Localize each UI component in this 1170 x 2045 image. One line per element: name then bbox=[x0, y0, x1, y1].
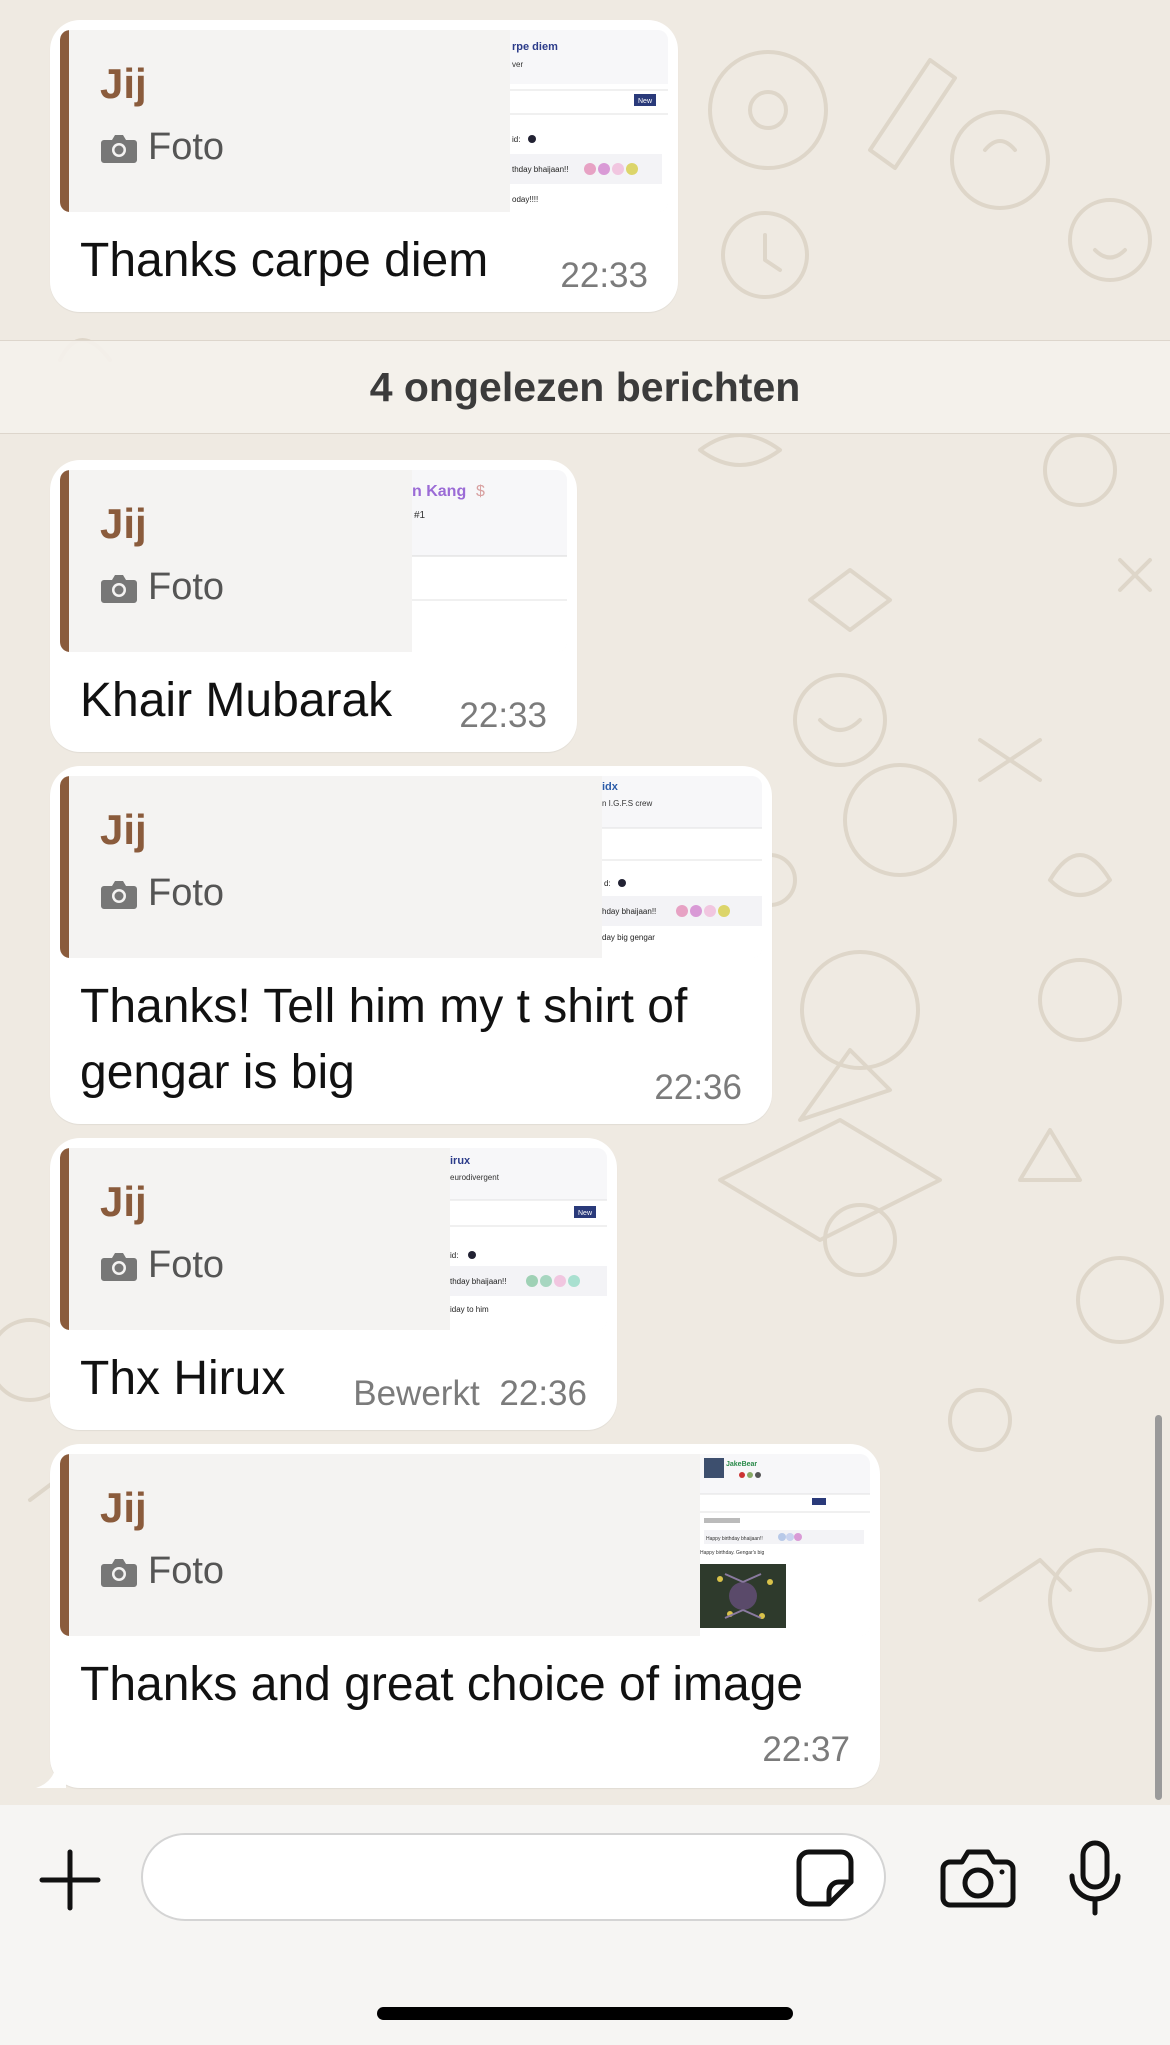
quote-type: Foto bbox=[100, 1244, 224, 1287]
quote-accent-bar bbox=[60, 1454, 69, 1636]
message-text: Thx Hirux bbox=[80, 1352, 286, 1405]
quote-type: Foto bbox=[100, 566, 224, 609]
message-time: 22:36 bbox=[654, 1068, 742, 1107]
quote-author: Jij bbox=[100, 806, 147, 853]
message-meta: 22:36 bbox=[654, 1068, 742, 1108]
thumb-line: thday bhaijaan!! bbox=[512, 165, 569, 174]
thumb-line: Happy birthday. Gengar's big bbox=[700, 1550, 764, 1556]
quote-accent-bar bbox=[60, 470, 69, 652]
message-meta: Bewerkt 22:36 bbox=[353, 1374, 587, 1414]
message-text: Thanks carpe diem bbox=[80, 234, 489, 287]
message-time: 22:37 bbox=[762, 1730, 850, 1769]
thumb-name: irux bbox=[450, 1155, 471, 1167]
thumb-line: hday bhaijaan!! bbox=[602, 907, 656, 916]
chat-area[interactable]: Jij Foto rpe diem ver New id: thday bhai… bbox=[0, 0, 1170, 1805]
quote-author: Jij bbox=[100, 1178, 147, 1225]
message-meta: 22:37 bbox=[762, 1730, 850, 1770]
quoted-reply[interactable]: Jij Foto irux eurodivergent New id: thda… bbox=[60, 1148, 607, 1330]
thumb-sub: eurodivergent bbox=[450, 1173, 500, 1182]
message-time: 22:33 bbox=[560, 256, 648, 295]
message-bubble[interactable]: Jij Foto rpe diem ver New id: thday bhai… bbox=[50, 20, 678, 312]
thumb-line: id: bbox=[512, 135, 520, 144]
quote-author: Jij bbox=[100, 500, 147, 547]
thumb-name: rpe diem bbox=[512, 41, 558, 53]
message-meta: 22:33 bbox=[560, 256, 648, 296]
plus-icon[interactable] bbox=[38, 1848, 102, 1912]
home-indicator[interactable] bbox=[377, 2007, 793, 2020]
quote-accent-bar bbox=[60, 30, 69, 212]
camera-icon bbox=[101, 880, 137, 909]
thumb-sub: ver bbox=[512, 60, 523, 69]
thumb-line: day big gengar bbox=[602, 933, 655, 942]
quote-author: Jij bbox=[100, 60, 147, 107]
bubble-tail bbox=[36, 1764, 66, 1788]
thumb-sub: n I.G.F.S crew bbox=[602, 799, 652, 808]
message-text: Khair Mubarak bbox=[80, 674, 393, 727]
camera-icon bbox=[101, 574, 137, 603]
quote-type-label: Foto bbox=[148, 1244, 225, 1286]
thumb-line: Happy birthday bhaijaan!! bbox=[706, 1536, 763, 1542]
message-text: Thanks! Tell him my t shirt of gengar is… bbox=[80, 980, 688, 1099]
quoted-reply[interactable]: Jij Foto rpe diem ver New id: thday bhai… bbox=[60, 30, 668, 212]
quoted-reply[interactable]: Jij Foto JakeBear Happy birthday bhaijaa… bbox=[60, 1454, 870, 1636]
quote-accent-bar bbox=[60, 1148, 69, 1330]
message-input[interactable] bbox=[141, 1833, 886, 1921]
message-bubble[interactable]: Jij Foto irux eurodivergent New id: thda… bbox=[50, 1138, 617, 1430]
microphone-icon[interactable] bbox=[1067, 1840, 1123, 1916]
quote-type-label: Foto bbox=[148, 566, 225, 608]
thumb-name: JakeBear bbox=[726, 1461, 757, 1468]
quote-type: Foto bbox=[100, 872, 224, 915]
quoted-reply[interactable]: Jij Foto idx n I.G.F.S crew d: hday bhai… bbox=[60, 776, 762, 958]
thumb-line: d: bbox=[604, 879, 611, 888]
quote-type: Foto bbox=[100, 1550, 224, 1593]
svg-text:$: $ bbox=[476, 483, 485, 500]
quote-thumbnail: n Kang $ #1 bbox=[412, 470, 567, 652]
camera-icon[interactable] bbox=[940, 1846, 1016, 1910]
quote-type-label: Foto bbox=[148, 872, 225, 914]
thumb-button: New bbox=[578, 1210, 593, 1217]
thumb-button: New bbox=[638, 98, 653, 105]
unread-messages-banner: 4 ongelezen berichten bbox=[0, 340, 1170, 434]
quote-type: Foto bbox=[100, 126, 224, 169]
thumb-name: idx bbox=[602, 781, 619, 793]
edited-label: Bewerkt bbox=[353, 1374, 480, 1413]
camera-icon bbox=[101, 134, 137, 163]
message-time: 22:36 bbox=[499, 1374, 587, 1413]
camera-icon bbox=[101, 1558, 137, 1587]
thumb-line: thday bhaijaan!! bbox=[450, 1277, 507, 1286]
message-bubble[interactable]: Jij Foto n Kang $ #1 Khair Mubarak 22:33 bbox=[50, 460, 577, 752]
sticker-icon[interactable] bbox=[795, 1848, 855, 1908]
quote-thumbnail: JakeBear Happy birthday bhaijaan!! Happy… bbox=[700, 1454, 870, 1636]
quote-author: Jij bbox=[100, 1484, 147, 1531]
quoted-reply[interactable]: Jij Foto n Kang $ #1 bbox=[60, 470, 567, 652]
message-time: 22:33 bbox=[459, 696, 547, 735]
thumb-line: id: bbox=[450, 1251, 458, 1260]
message-bubble[interactable]: Jij Foto idx n I.G.F.S crew d: hday bhai… bbox=[50, 766, 772, 1124]
thumb-line: iday to him bbox=[450, 1305, 489, 1314]
quote-accent-bar bbox=[60, 776, 69, 958]
quote-type-label: Foto bbox=[148, 126, 225, 168]
thumb-sub: #1 bbox=[414, 510, 426, 521]
chat-scrollbar[interactable] bbox=[1155, 1415, 1162, 1800]
quote-thumbnail: irux eurodivergent New id: thday bhaijaa… bbox=[450, 1148, 607, 1330]
message-meta: 22:33 bbox=[459, 696, 547, 736]
message-bubble[interactable]: Jij Foto JakeBear Happy birthday bhaijaa… bbox=[36, 1444, 880, 1788]
camera-icon bbox=[101, 1252, 137, 1281]
message-text: Thanks and great choice of image bbox=[80, 1658, 804, 1711]
thumb-line: oday!!!! bbox=[512, 195, 538, 204]
thumb-name: n Kang bbox=[412, 483, 466, 500]
quote-thumbnail: idx n I.G.F.S crew d: hday bhaijaan!! da… bbox=[602, 776, 762, 958]
quote-thumbnail: rpe diem ver New id: thday bhaijaan!! od… bbox=[510, 30, 668, 212]
quote-type-label: Foto bbox=[148, 1550, 225, 1592]
